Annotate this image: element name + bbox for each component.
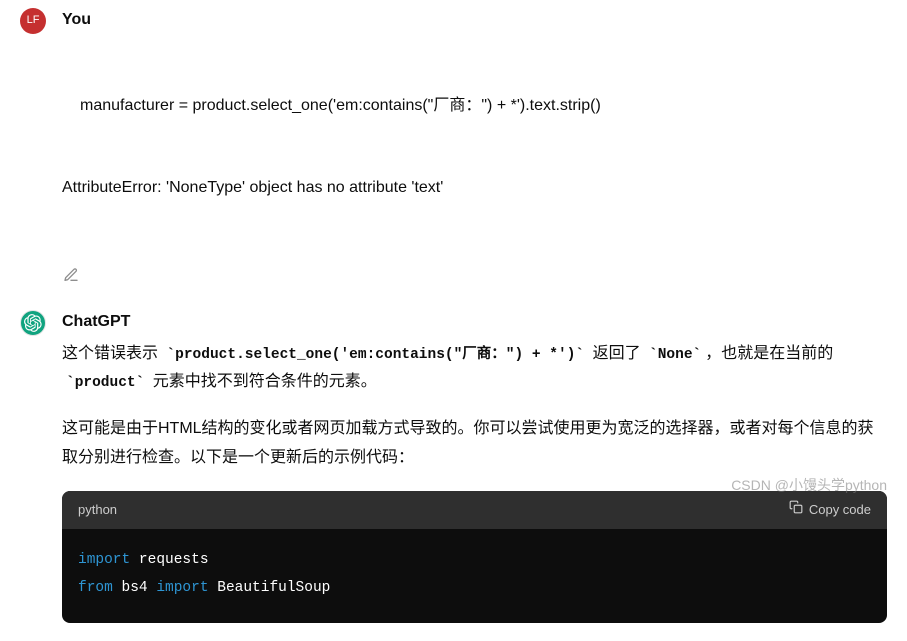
user-text-block: manufacturer = product.select_one('em:co… bbox=[62, 38, 887, 256]
copy-code-button[interactable]: Copy code bbox=[789, 499, 871, 522]
inline-code-2: `None` bbox=[645, 346, 705, 364]
code-line-2: from bs4 import BeautifulSoup bbox=[78, 575, 871, 603]
bot-avatar bbox=[20, 310, 46, 336]
edit-icon[interactable] bbox=[62, 266, 80, 284]
bot-text-block: 这个错误表示 `product.select_one('em:contains(… bbox=[62, 340, 887, 623]
code-language-label: python bbox=[78, 499, 117, 522]
clipboard-icon bbox=[789, 499, 803, 522]
inline-code-3: `product` bbox=[62, 374, 148, 392]
inline-code-1: `product.select_one('em:contains("厂商：") … bbox=[162, 346, 588, 364]
user-avatar-initials: LF bbox=[27, 11, 40, 30]
user-code-line-1: manufacturer = product.select_one('em:co… bbox=[62, 92, 887, 119]
bot-paragraph-1: 这个错误表示 `product.select_one('em:contains(… bbox=[62, 340, 887, 398]
user-avatar: LF bbox=[20, 8, 46, 34]
user-code-line-2: AttributeError: 'NoneType' object has no… bbox=[62, 174, 887, 201]
code-header: python Copy code bbox=[62, 491, 887, 530]
bot-author-label: ChatGPT bbox=[62, 308, 887, 336]
bot-paragraph-2: 这可能是由于HTML结构的变化或者网页加载方式导致的。你可以尝试使用更为宽泛的选… bbox=[62, 415, 887, 473]
bot-content: ChatGPT 这个错误表示 `product.select_one('em:c… bbox=[62, 308, 887, 623]
code-content: import requests from bs4 import Beautifu… bbox=[62, 529, 887, 622]
copy-code-label: Copy code bbox=[809, 499, 871, 522]
user-message: LF You manufacturer = product.select_one… bbox=[20, 0, 887, 302]
bot-message: ChatGPT 这个错误表示 `product.select_one('em:c… bbox=[20, 302, 887, 641]
code-block: python Copy code import requests from bbox=[62, 491, 887, 623]
user-author-label: You bbox=[62, 6, 887, 34]
user-content: You manufacturer = product.select_one('e… bbox=[62, 6, 887, 284]
code-line-1: import requests bbox=[78, 547, 871, 575]
